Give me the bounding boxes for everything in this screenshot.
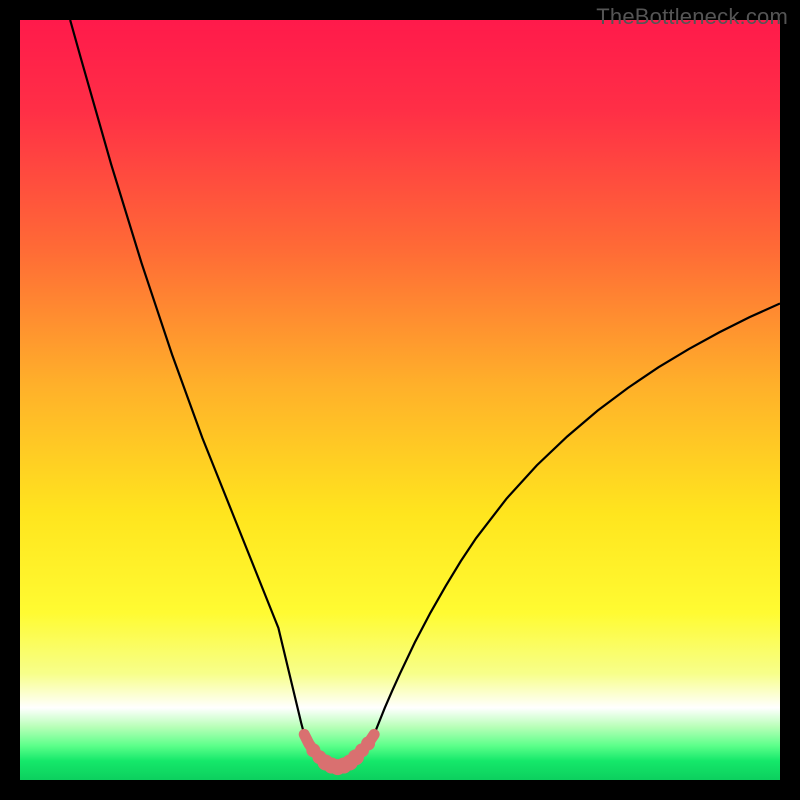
marker-dot [369, 729, 379, 739]
watermark-text: TheBottleneck.com [596, 4, 788, 30]
bottleneck-chart [20, 20, 780, 780]
app-frame: TheBottleneck.com [0, 0, 800, 800]
chart-background [20, 20, 780, 780]
marker-dot [299, 729, 309, 739]
